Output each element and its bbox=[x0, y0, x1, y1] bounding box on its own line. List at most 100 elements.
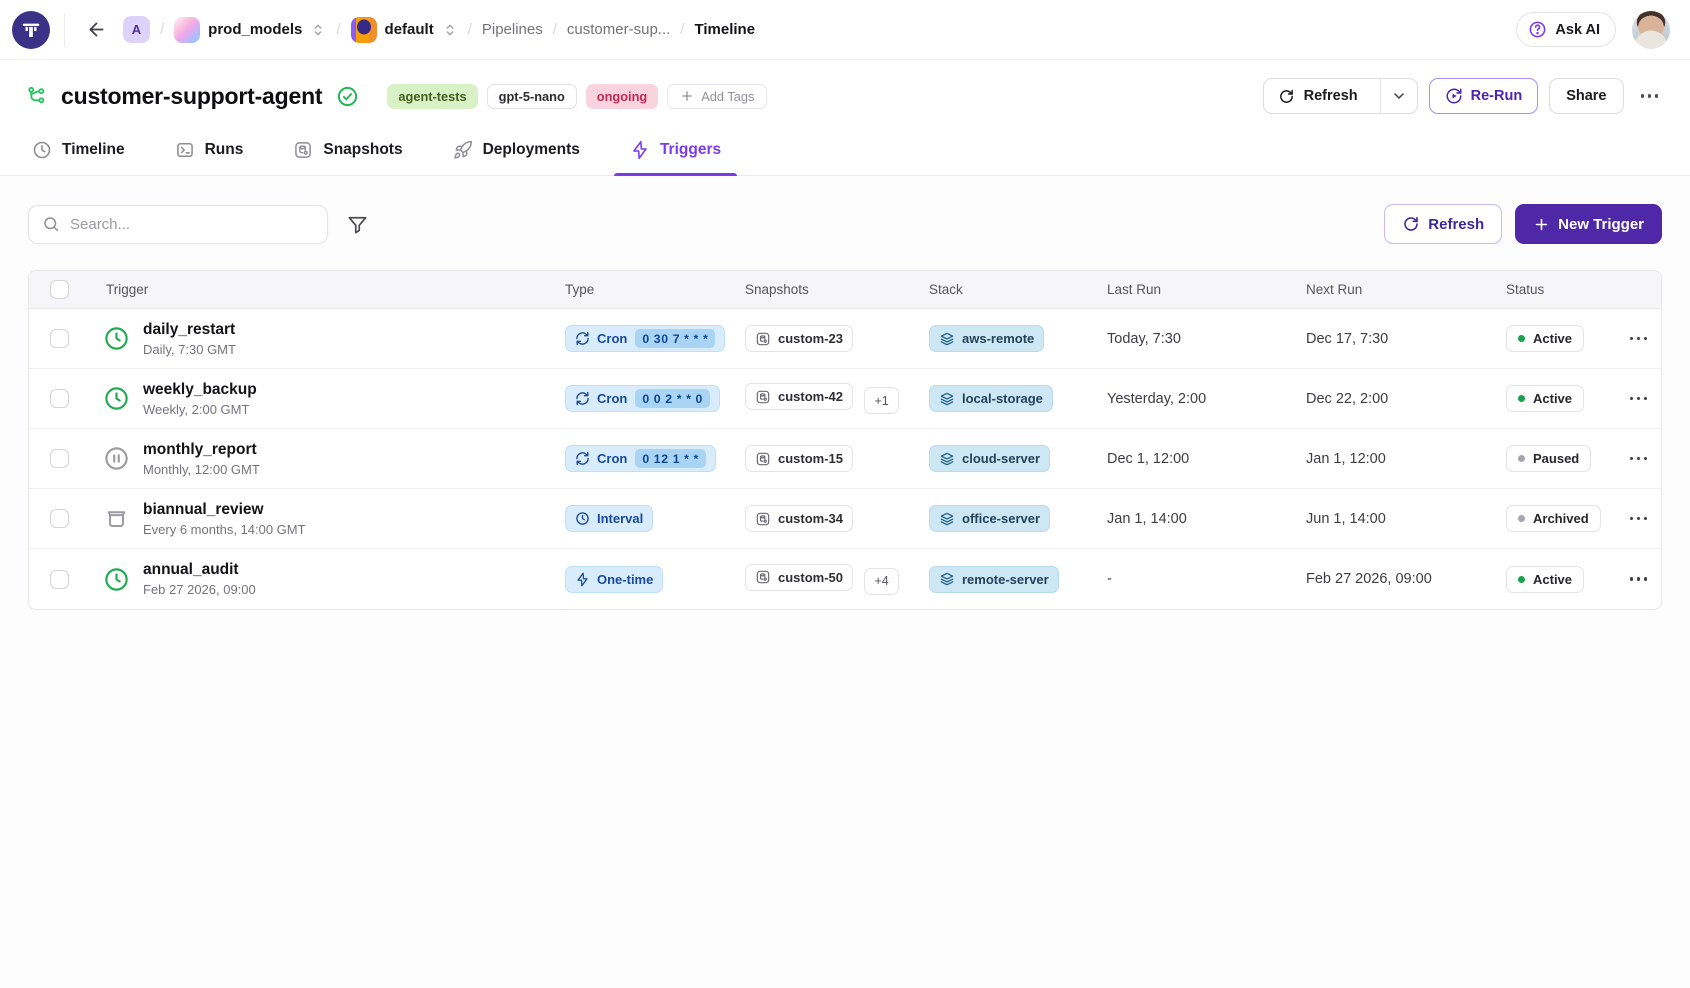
row-checkbox[interactable] bbox=[50, 509, 69, 528]
column-header-stack: Stack bbox=[929, 282, 1107, 297]
last-run-value: Yesterday, 2:00 bbox=[1107, 391, 1306, 407]
trigger-schedule: Weekly, 2:00 GMT bbox=[143, 402, 257, 417]
select-all-checkbox[interactable] bbox=[50, 280, 69, 299]
zenml-logo[interactable] bbox=[12, 11, 50, 49]
tag-gpt-5-nano[interactable]: gpt-5-nano bbox=[487, 84, 577, 109]
snapshot-badge[interactable]: custom-15 bbox=[745, 445, 853, 472]
last-run-value: Jan 1, 14:00 bbox=[1107, 511, 1306, 527]
trigger-state-icon bbox=[103, 505, 130, 532]
rerun-button[interactable]: Re-Run bbox=[1429, 78, 1539, 114]
filter-icon[interactable] bbox=[346, 213, 369, 236]
status-label: Active bbox=[1533, 572, 1572, 587]
breadcrumb-project[interactable]: prod_models bbox=[174, 17, 326, 43]
row-actions-button[interactable] bbox=[1624, 391, 1654, 407]
tab-timeline[interactable]: Timeline bbox=[30, 130, 127, 175]
snapshot-badge[interactable]: custom-34 bbox=[745, 505, 853, 532]
new-trigger-button[interactable]: New Trigger bbox=[1515, 204, 1662, 244]
trigger-name[interactable]: weekly_backup bbox=[143, 381, 257, 399]
project-switcher-icon[interactable] bbox=[310, 22, 326, 38]
breadcrumb-pipelines[interactable]: Pipelines bbox=[482, 21, 543, 38]
row-actions-button[interactable] bbox=[1624, 331, 1654, 347]
last-run-value: Dec 1, 12:00 bbox=[1107, 451, 1306, 467]
snapshot-badge[interactable]: custom-42 bbox=[745, 383, 853, 410]
snapshot-extra-badge[interactable]: +1 bbox=[864, 387, 898, 414]
table-row[interactable]: daily_restart Daily, 7:30 GMT Cron 0 30 … bbox=[29, 309, 1661, 369]
layers-icon bbox=[939, 451, 955, 467]
stack-badge[interactable]: aws-remote bbox=[929, 325, 1044, 352]
type-badge: Cron 0 30 7 * * * bbox=[565, 325, 725, 352]
one-time-lightning-icon bbox=[575, 572, 590, 587]
row-actions-button[interactable] bbox=[1624, 511, 1654, 527]
trigger-name[interactable]: monthly_report bbox=[143, 441, 260, 459]
tag-ongoing[interactable]: ongoing bbox=[586, 84, 658, 109]
ask-ai-button[interactable]: Ask AI bbox=[1516, 12, 1616, 47]
clock-icon bbox=[32, 140, 52, 160]
refresh-triggers-button[interactable]: Refresh bbox=[1384, 204, 1502, 244]
column-header-type: Type bbox=[565, 282, 745, 297]
trigger-name[interactable]: annual_audit bbox=[143, 561, 256, 579]
pause-circle-icon bbox=[103, 445, 130, 472]
type-label: One-time bbox=[597, 572, 653, 587]
tab-deployments[interactable]: Deployments bbox=[451, 130, 582, 175]
trigger-state-icon bbox=[103, 445, 130, 472]
layers-icon bbox=[939, 391, 955, 407]
row-checkbox[interactable] bbox=[50, 570, 69, 589]
tab-triggers[interactable]: Triggers bbox=[628, 130, 723, 175]
breadcrumb-pipeline[interactable]: customer-sup... bbox=[567, 21, 670, 38]
more-options-button[interactable] bbox=[1635, 88, 1665, 104]
row-checkbox[interactable] bbox=[50, 449, 69, 468]
snapshot-badge[interactable]: custom-23 bbox=[745, 325, 853, 352]
tab-runs[interactable]: Runs bbox=[173, 130, 246, 175]
share-button[interactable]: Share bbox=[1549, 78, 1623, 114]
search-input[interactable] bbox=[70, 216, 314, 233]
stack-badge[interactable]: remote-server bbox=[929, 566, 1059, 593]
layers-icon bbox=[939, 571, 955, 587]
row-actions-button[interactable] bbox=[1624, 571, 1654, 587]
plus-icon bbox=[1533, 216, 1550, 233]
stack-name: local-storage bbox=[962, 391, 1043, 406]
last-run-value: Today, 7:30 bbox=[1107, 331, 1306, 347]
breadcrumb-environment[interactable]: default bbox=[351, 17, 458, 43]
snapshot-extra-badge[interactable]: +4 bbox=[864, 568, 898, 595]
back-button[interactable] bbox=[79, 13, 113, 47]
table-header-row: Trigger Type Snapshots Stack Last Run Ne… bbox=[29, 271, 1661, 309]
stack-badge[interactable]: cloud-server bbox=[929, 445, 1050, 472]
breadcrumb-separator: / bbox=[553, 21, 557, 38]
workspace-badge[interactable]: A bbox=[123, 16, 150, 43]
status-dot bbox=[1518, 395, 1525, 402]
snapshot-badge[interactable]: custom-50 bbox=[745, 564, 853, 591]
refresh-button[interactable]: Refresh bbox=[1264, 79, 1372, 113]
triggers-toolbar: Refresh New Trigger bbox=[0, 176, 1690, 244]
clock-circle-icon bbox=[103, 325, 130, 352]
column-header-last-run: Last Run bbox=[1107, 282, 1306, 297]
stack-badge[interactable]: local-storage bbox=[929, 385, 1053, 412]
refresh-dropdown-button[interactable] bbox=[1380, 79, 1417, 113]
type-label: Cron bbox=[597, 451, 627, 466]
stack-badge[interactable]: office-server bbox=[929, 505, 1050, 532]
table-row[interactable]: weekly_backup Weekly, 2:00 GMT Cron 0 0 … bbox=[29, 369, 1661, 429]
help-circle-icon bbox=[1528, 20, 1547, 39]
tab-snapshots[interactable]: Snapshots bbox=[291, 130, 404, 175]
next-run-value: Jun 1, 14:00 bbox=[1306, 511, 1506, 527]
snapshot-name: custom-50 bbox=[778, 570, 843, 585]
breadcrumb-separator: / bbox=[160, 21, 164, 38]
trigger-name[interactable]: biannual_review bbox=[143, 501, 306, 519]
status-badge: Active bbox=[1506, 566, 1584, 593]
table-row[interactable]: biannual_review Every 6 months, 14:00 GM… bbox=[29, 489, 1661, 549]
environment-icon bbox=[351, 17, 377, 43]
snapshot-icon bbox=[293, 140, 313, 160]
row-checkbox[interactable] bbox=[50, 329, 69, 348]
snapshot-icon bbox=[755, 511, 771, 527]
table-row[interactable]: monthly_report Monthly, 12:00 GMT Cron 0… bbox=[29, 429, 1661, 489]
search-box[interactable] bbox=[28, 205, 328, 244]
environment-switcher-icon[interactable] bbox=[442, 22, 458, 38]
table-row[interactable]: annual_audit Feb 27 2026, 09:00 One-time… bbox=[29, 549, 1661, 609]
trigger-name[interactable]: daily_restart bbox=[143, 321, 236, 339]
user-avatar[interactable] bbox=[1632, 11, 1670, 49]
status-dot bbox=[1518, 455, 1525, 462]
stack-name: aws-remote bbox=[962, 331, 1034, 346]
add-tags-button[interactable]: Add Tags bbox=[667, 84, 767, 109]
row-actions-button[interactable] bbox=[1624, 451, 1654, 467]
tag-agent-tests[interactable]: agent-tests bbox=[387, 84, 477, 109]
row-checkbox[interactable] bbox=[50, 389, 69, 408]
